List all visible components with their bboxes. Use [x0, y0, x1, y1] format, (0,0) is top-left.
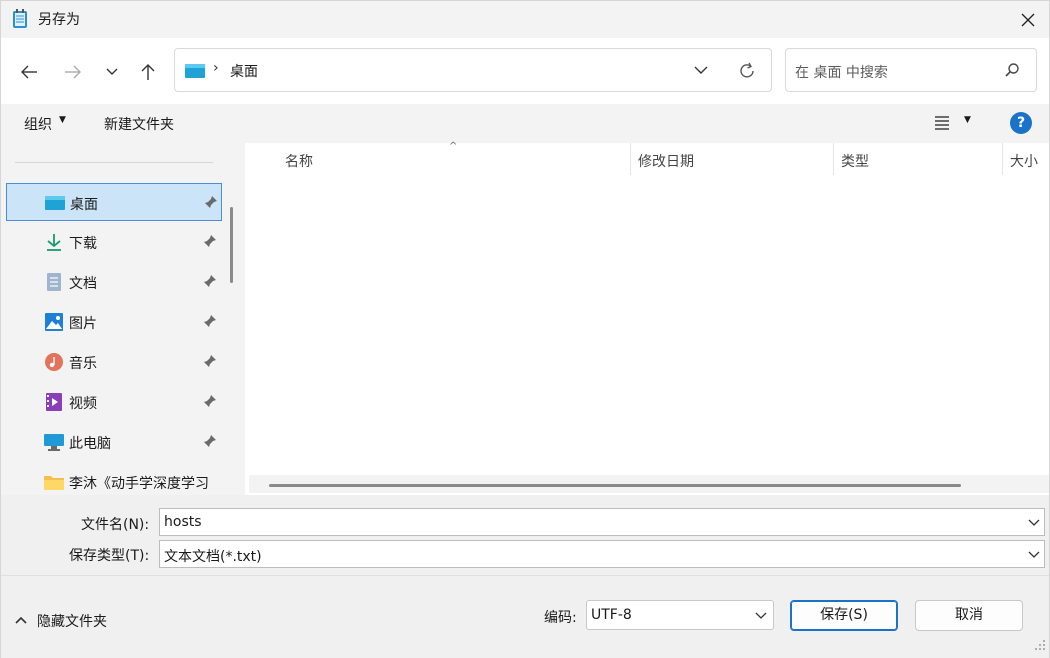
column-divider[interactable] — [833, 143, 834, 175]
sidebar-item-label: 视频 — [69, 396, 97, 412]
sidebar-item-pictures[interactable]: 图片 — [6, 303, 222, 341]
filetype-label: 保存类型(T): — [69, 548, 150, 564]
encoding-value: UTF-8 — [591, 607, 632, 623]
desktop-icon — [185, 64, 205, 78]
pin-icon[interactable] — [204, 195, 218, 209]
chevron-down-icon[interactable] — [693, 61, 709, 79]
divider — [15, 162, 213, 163]
chevron-down-icon[interactable] — [1028, 515, 1040, 529]
view-list-icon[interactable] — [933, 114, 951, 130]
filename-label: 文件名(N): — [81, 517, 150, 533]
sidebar-item-label: 桌面 — [70, 197, 98, 213]
pin-icon[interactable] — [203, 314, 217, 328]
filetype-value: 文本文档(*.txt) — [164, 549, 262, 565]
pin-icon[interactable] — [203, 234, 217, 248]
filename-field[interactable]: hosts — [159, 508, 1045, 536]
new-folder-button[interactable]: 新建文件夹 — [104, 114, 174, 134]
filetype-select[interactable]: 文本文档(*.txt) — [159, 540, 1045, 568]
chevron-up-icon[interactable] — [15, 613, 27, 627]
recent-locations-button[interactable] — [98, 58, 126, 86]
computer-icon — [44, 434, 64, 451]
pictures-icon — [45, 313, 63, 331]
folder-icon — [44, 476, 64, 490]
forward-button[interactable] — [59, 58, 87, 86]
pin-icon[interactable] — [203, 354, 217, 368]
column-header-modified[interactable]: 修改日期 — [638, 151, 694, 171]
column-header-name[interactable]: 名称 — [285, 151, 313, 171]
document-icon — [47, 273, 61, 291]
window-title: 另存为 — [38, 12, 80, 28]
file-list: ^ 名称 修改日期 类型 大小 — [245, 141, 1049, 495]
pin-icon[interactable] — [203, 394, 217, 408]
back-button[interactable] — [15, 58, 43, 86]
breadcrumb-separator: › — [213, 60, 219, 76]
sidebar-item-this-pc[interactable]: 此电脑 — [6, 423, 222, 461]
pin-icon[interactable] — [203, 274, 217, 288]
column-divider[interactable] — [630, 143, 631, 175]
video-icon — [46, 393, 62, 411]
help-button[interactable]: ? — [1010, 112, 1032, 134]
navigation-pane: 桌面 下载 文档 图片 音乐 视频 此电脑 李沐《动手学深度学习 — [1, 143, 245, 495]
cancel-button[interactable]: 取消 — [915, 600, 1023, 631]
chevron-down-icon — [755, 612, 767, 619]
notepad-icon — [13, 9, 27, 28]
chevron-down-icon[interactable] — [1028, 547, 1040, 561]
horizontal-scrollbar-thumb[interactable] — [269, 484, 961, 487]
command-bar: 组织 ▼ 新建文件夹 ▼ ? — [1, 104, 1049, 143]
arrow-right-icon — [65, 65, 81, 79]
save-button[interactable]: 保存(S) — [790, 600, 898, 631]
hide-folders-button[interactable]: 隐藏文件夹 — [37, 611, 107, 631]
sidebar-item-folder[interactable]: 李沐《动手学深度学习 — [6, 463, 222, 495]
chevron-down-icon — [106, 68, 118, 75]
sidebar-item-label: 音乐 — [69, 356, 97, 372]
filename-value[interactable]: hosts — [164, 514, 202, 530]
sidebar-item-downloads[interactable]: 下载 — [6, 223, 222, 261]
sidebar-scrollbar[interactable] — [230, 207, 233, 283]
sidebar-item-videos[interactable]: 视频 — [6, 383, 222, 421]
sidebar-item-desktop[interactable]: 桌面 — [6, 183, 222, 221]
desktop-icon — [45, 196, 65, 210]
sidebar-item-label: 图片 — [69, 316, 97, 332]
up-button[interactable] — [134, 58, 162, 86]
save-options: 文件名(N): hosts 保存类型(T): 文本文档(*.txt) 隐藏文件夹… — [1, 495, 1049, 658]
close-button[interactable] — [1011, 5, 1045, 35]
divider — [1, 575, 1049, 576]
organize-button[interactable]: 组织 — [24, 114, 52, 134]
sidebar-item-music[interactable]: 音乐 — [6, 343, 222, 381]
sidebar-item-label: 李沐《动手学深度学习 — [69, 476, 209, 492]
title-bar: 另存为 — [1, 1, 1049, 38]
download-icon — [47, 234, 61, 251]
resize-grip-icon[interactable] — [1029, 635, 1047, 653]
refresh-icon[interactable] — [737, 61, 757, 81]
arrow-left-icon — [21, 65, 37, 79]
column-header-type[interactable]: 类型 — [841, 151, 869, 171]
caret-down-icon[interactable]: ▼ — [964, 115, 971, 125]
pin-icon[interactable] — [203, 434, 217, 448]
arrow-up-icon — [141, 64, 155, 80]
encoding-label: 编码: — [544, 610, 577, 626]
sidebar-item-documents[interactable]: 文档 — [6, 263, 222, 301]
navigation-bar: › 桌面 在 桌面 中搜索 — [1, 38, 1049, 104]
sort-ascending-icon: ^ — [449, 141, 458, 152]
sidebar-item-label: 文档 — [69, 276, 97, 292]
close-icon — [1021, 13, 1035, 27]
column-header-size[interactable]: 大小 — [1010, 151, 1038, 171]
column-divider[interactable] — [1002, 143, 1003, 175]
search-box[interactable]: 在 桌面 中搜索 — [785, 48, 1037, 92]
breadcrumb-current[interactable]: 桌面 — [230, 61, 258, 81]
address-bar[interactable]: › 桌面 — [174, 48, 772, 92]
search-icon — [1005, 63, 1019, 77]
music-icon — [45, 353, 63, 371]
encoding-select[interactable]: UTF-8 — [586, 600, 774, 630]
caret-down-icon: ▼ — [59, 115, 66, 125]
save-as-dialog: 另存为 › 桌面 在 桌面 中搜索 组织 ▼ 新建文件夹 ▼ ? 桌面 下载 文… — [0, 0, 1050, 658]
search-input[interactable]: 在 桌面 中搜索 — [795, 62, 888, 82]
sidebar-item-label: 此电脑 — [69, 436, 111, 452]
sidebar-item-label: 下载 — [69, 236, 97, 252]
